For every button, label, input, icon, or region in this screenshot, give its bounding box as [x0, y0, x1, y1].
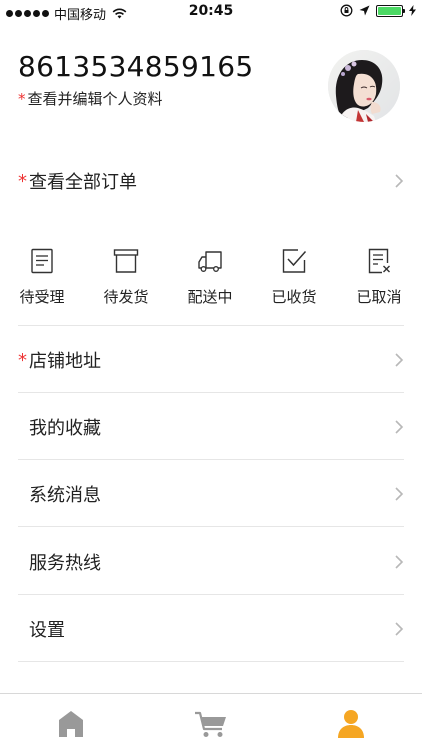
battery-icon	[376, 4, 405, 17]
order-status-label: 待受理	[19, 288, 65, 306]
order-status-cancelled[interactable]: 已取消	[344, 248, 414, 307]
order-status-label: 已取消	[356, 288, 402, 306]
home-icon	[59, 711, 83, 737]
divider	[18, 661, 404, 662]
chevron-right-icon	[395, 622, 404, 636]
status-bar-left: 中国移动	[6, 4, 127, 23]
location-arrow-icon	[359, 5, 370, 16]
delivery-truck-icon	[198, 251, 222, 272]
menu-item-system-messages[interactable]: 系统消息	[18, 481, 404, 507]
menu-item-favorites[interactable]: 我的收藏	[18, 414, 404, 440]
required-mark: *	[18, 90, 26, 108]
battery-level	[378, 6, 401, 15]
edit-profile-label: 查看并编辑个人资料	[27, 90, 163, 108]
order-status-label: 待发货	[103, 288, 149, 306]
checked-box-icon	[282, 249, 307, 273]
order-status-label: 已收货	[271, 288, 317, 306]
chevron-right-icon	[395, 174, 404, 188]
order-status-received[interactable]: 已收货	[259, 248, 329, 307]
menu-item-label: 店铺地址	[29, 351, 101, 372]
tab-home[interactable]	[51, 704, 91, 744]
user-icon	[338, 710, 364, 738]
chevron-right-icon	[395, 487, 404, 501]
tab-bar	[0, 693, 422, 750]
chevron-right-icon	[395, 555, 404, 569]
menu-item-settings[interactable]: 设置	[18, 616, 404, 642]
menu-item-label: 设置	[29, 620, 65, 641]
cancelled-document-icon	[368, 248, 390, 274]
required-mark: *	[18, 170, 27, 192]
charging-bolt-icon	[409, 5, 416, 16]
divider	[18, 459, 404, 460]
user-phone-number: 8613534859165	[18, 50, 254, 83]
carrier-name: 中国移动	[54, 8, 107, 23]
all-orders-label: 查看全部订单	[29, 172, 137, 193]
document-list-icon	[31, 248, 53, 274]
all-orders-row[interactable]: * 查看全部订单	[18, 168, 404, 194]
menu-item-label: 服务热线	[29, 553, 101, 574]
chevron-right-icon	[395, 420, 404, 434]
order-status-label: 配送中	[187, 288, 233, 306]
edit-profile-link[interactable]: * 查看并编辑个人资料	[18, 88, 163, 109]
menu-item-label: 我的收藏	[29, 418, 101, 439]
order-status-pending[interactable]: 待受理	[7, 248, 77, 307]
status-bar-right	[340, 4, 416, 17]
divider	[18, 526, 404, 527]
avatar-photo	[328, 50, 400, 122]
tab-cart[interactable]	[191, 704, 231, 744]
tab-profile[interactable]	[331, 704, 371, 744]
divider	[18, 392, 404, 393]
menu-item-service-hotline[interactable]: 服务热线	[18, 549, 404, 575]
status-bar: 中国移动 20:45	[0, 0, 422, 24]
required-mark: *	[18, 349, 27, 371]
divider	[18, 325, 404, 326]
order-status-delivering[interactable]: 配送中	[175, 248, 245, 307]
wifi-icon	[112, 8, 127, 19]
menu-item-store-address[interactable]: * 店铺地址	[18, 347, 404, 373]
rotation-lock-icon	[340, 4, 353, 17]
box-icon	[113, 249, 139, 273]
chevron-right-icon	[395, 353, 404, 367]
avatar[interactable]	[328, 50, 400, 122]
signal-strength-icon	[6, 10, 49, 17]
menu-item-label: 系统消息	[29, 485, 101, 506]
divider	[18, 594, 404, 595]
order-status-to-ship[interactable]: 待发货	[91, 248, 161, 307]
cart-icon	[195, 711, 226, 737]
order-status-bar: 待受理 待发货 配送中 已收货 已取消	[0, 248, 422, 318]
